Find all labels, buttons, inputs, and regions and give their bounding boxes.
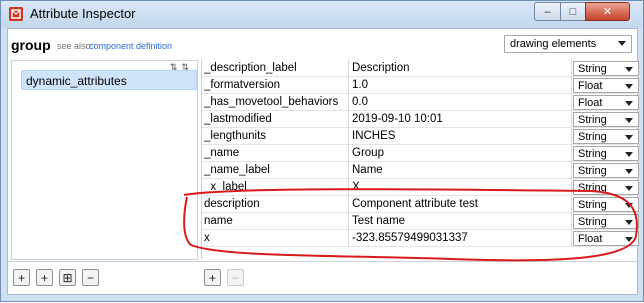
attribute-value[interactable]: X bbox=[352, 181, 568, 193]
attribute-type-dropdown[interactable]: String bbox=[573, 129, 639, 144]
chevron-down-icon bbox=[618, 41, 626, 46]
dictionary-list: ⇅⇅ dynamic_attributes bbox=[11, 60, 198, 260]
maximize-button[interactable]: □ bbox=[560, 2, 586, 21]
title-bar[interactable]: Attribute Inspector – □ ✕ bbox=[1, 1, 643, 28]
attribute-name[interactable]: description bbox=[204, 198, 348, 210]
add-dictionary-button[interactable]: + bbox=[13, 269, 30, 286]
table-row[interactable]: x -323.85579499031337 Float bbox=[202, 230, 639, 247]
window-title: Attribute Inspector bbox=[30, 6, 136, 21]
attribute-type-dropdown[interactable]: String bbox=[573, 214, 639, 229]
attribute-name[interactable]: _lastmodified bbox=[204, 113, 348, 125]
remove-dictionary-button[interactable]: − bbox=[82, 269, 99, 286]
table-row[interactable]: description Component attribute test Strin… bbox=[202, 196, 639, 213]
table-row[interactable]: _name Group String bbox=[202, 145, 639, 162]
attribute-type-value: Float bbox=[578, 80, 603, 92]
attribute-type-value: String bbox=[578, 182, 607, 194]
attribute-type-dropdown[interactable]: Float bbox=[573, 95, 639, 110]
table-row[interactable]: _has_movetool_behaviors 0.0 Float bbox=[202, 94, 639, 111]
attribute-name[interactable]: _lengthunits bbox=[204, 130, 348, 142]
attribute-value[interactable]: 0.0 bbox=[352, 96, 568, 108]
attribute-name[interactable]: name bbox=[204, 215, 348, 227]
attribute-value[interactable]: INCHES bbox=[352, 130, 568, 142]
attribute-name[interactable]: _formatversion bbox=[204, 79, 348, 91]
attribute-type-value: String bbox=[578, 63, 607, 75]
attribute-type-dropdown[interactable]: String bbox=[573, 180, 639, 195]
remove-attribute-button[interactable]: − bbox=[227, 269, 244, 286]
attribute-name[interactable]: x bbox=[204, 232, 348, 244]
table-row[interactable]: _x_label X String bbox=[202, 179, 639, 196]
attribute-type-value: String bbox=[578, 148, 607, 160]
attribute-type-dropdown[interactable]: String bbox=[573, 163, 639, 178]
scope-dropdown-value: drawing elements bbox=[510, 38, 597, 50]
attribute-type-value: String bbox=[578, 114, 607, 126]
attribute-inspector-window: Attribute Inspector – □ ✕ group see also… bbox=[0, 0, 644, 302]
chevron-down-icon bbox=[625, 118, 633, 123]
add-attribute-button[interactable]: + bbox=[204, 269, 221, 286]
attribute-value[interactable]: Component attribute test bbox=[352, 198, 568, 210]
dictionary-item[interactable]: dynamic_attributes bbox=[21, 70, 197, 90]
chevron-down-icon bbox=[625, 152, 633, 157]
attribute-type-dropdown[interactable]: Float bbox=[573, 78, 639, 93]
table-row[interactable]: _lengthunits INCHES String bbox=[202, 128, 639, 145]
sketchup-icon bbox=[9, 7, 23, 21]
attribute-grid: _description_label Description String _form… bbox=[201, 59, 639, 259]
attribute-type-value: String bbox=[578, 199, 607, 211]
table-row[interactable]: name Test name String bbox=[202, 213, 639, 230]
table-row[interactable]: _description_label Description String bbox=[202, 60, 639, 77]
attribute-value[interactable]: 1.0 bbox=[352, 79, 568, 91]
footer-toolbar: + + ⊞ − + − bbox=[8, 261, 637, 294]
scope-dropdown[interactable]: drawing elements bbox=[504, 35, 632, 53]
attribute-name[interactable]: _description_label bbox=[204, 62, 348, 74]
chevron-down-icon bbox=[625, 220, 633, 225]
attribute-type-value: String bbox=[578, 131, 607, 143]
attribute-type-value: String bbox=[578, 216, 607, 228]
attribute-value[interactable]: Description bbox=[352, 62, 568, 74]
attribute-name[interactable]: _name bbox=[204, 147, 348, 159]
inspector-panel: group see also: component definition dra… bbox=[7, 28, 639, 295]
chevron-down-icon bbox=[625, 169, 633, 174]
inspector-header: group see also: component definition dra… bbox=[8, 29, 637, 59]
see-also-label: see also: bbox=[57, 41, 94, 51]
attribute-value[interactable]: -323.85579499031337 bbox=[352, 232, 568, 244]
attribute-type-dropdown[interactable]: String bbox=[573, 112, 639, 127]
chevron-down-icon bbox=[625, 67, 633, 72]
attribute-name[interactable]: _name_label bbox=[204, 164, 348, 176]
attribute-type-value: Float bbox=[578, 233, 603, 245]
chevron-down-icon bbox=[625, 237, 633, 242]
close-button[interactable]: ✕ bbox=[585, 2, 630, 21]
chevron-down-icon bbox=[625, 84, 633, 89]
add-sub-dictionary-button[interactable]: + bbox=[36, 269, 53, 286]
chevron-down-icon bbox=[625, 101, 633, 106]
attribute-type-value: String bbox=[578, 165, 607, 177]
attribute-type-dropdown[interactable]: String bbox=[573, 146, 639, 161]
table-row[interactable]: _name_label Name String bbox=[202, 162, 639, 179]
attribute-name[interactable]: _has_movetool_behaviors bbox=[204, 96, 348, 108]
chevron-down-icon bbox=[625, 203, 633, 208]
attribute-type-value: Float bbox=[578, 97, 603, 109]
copy-dictionary-button[interactable]: ⊞ bbox=[59, 269, 76, 286]
table-row[interactable]: _formatversion 1.0 Float bbox=[202, 77, 639, 94]
attribute-value[interactable]: Group bbox=[352, 147, 568, 159]
attribute-value[interactable]: Name bbox=[352, 164, 568, 176]
attribute-type-dropdown[interactable]: String bbox=[573, 197, 639, 212]
entity-title: group bbox=[11, 37, 51, 53]
component-definition-link[interactable]: component definition bbox=[89, 41, 172, 51]
attribute-value[interactable]: Test name bbox=[352, 215, 568, 227]
table-row[interactable]: _lastmodified 2019-09-10 10:01 String bbox=[202, 111, 639, 128]
chevron-down-icon bbox=[625, 186, 633, 191]
chevron-down-icon bbox=[625, 135, 633, 140]
attribute-type-dropdown[interactable]: String bbox=[573, 61, 639, 76]
attribute-type-dropdown[interactable]: Float bbox=[573, 231, 639, 246]
minimize-button[interactable]: – bbox=[534, 2, 561, 21]
attribute-value[interactable]: 2019-09-10 10:01 bbox=[352, 113, 568, 125]
attribute-name[interactable]: _x_label bbox=[204, 181, 348, 193]
